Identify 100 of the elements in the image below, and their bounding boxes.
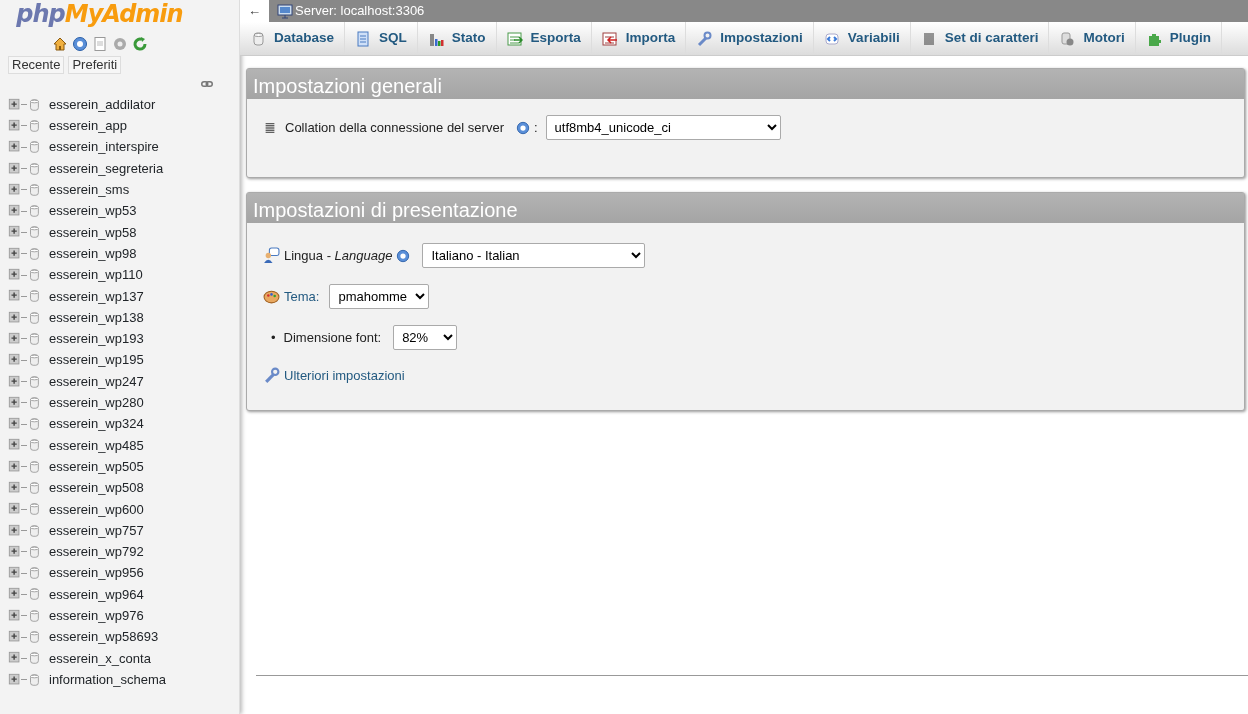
nav-tab[interactable]: Plugin [1135, 22, 1222, 55]
expand-icon[interactable] [8, 481, 22, 495]
database-link[interactable]: esserein_wp976 [49, 606, 144, 626]
expand-icon[interactable] [8, 331, 22, 346]
expand-icon[interactable] [8, 161, 22, 176]
database-icon[interactable] [27, 481, 41, 495]
database-link[interactable]: esserein_wp757 [49, 520, 144, 541]
expand-icon[interactable] [8, 587, 22, 602]
help-icon[interactable] [71, 36, 88, 52]
server-icon[interactable] [277, 3, 293, 19]
database-link[interactable]: esserein_wp137 [49, 286, 144, 307]
database-icon[interactable] [27, 374, 41, 389]
database-link[interactable]: esserein_wp792 [49, 542, 144, 562]
database-link[interactable]: esserein_wp964 [49, 584, 144, 605]
database-icon[interactable] [27, 204, 41, 219]
database-icon[interactable] [27, 651, 41, 666]
database-link[interactable]: esserein_app [49, 116, 128, 136]
expand-icon[interactable] [8, 630, 22, 645]
home-icon[interactable] [51, 36, 68, 52]
theme-link[interactable]: Tema: [284, 286, 320, 307]
database-link[interactable]: esserein_wp110 [49, 265, 143, 285]
expand-icon[interactable] [8, 182, 22, 197]
database-icon[interactable] [27, 587, 41, 602]
expand-icon[interactable] [8, 310, 22, 325]
expand-icon[interactable] [8, 502, 22, 517]
expand-icon[interactable] [8, 140, 22, 155]
expand-icon[interactable] [8, 523, 22, 538]
database-link[interactable]: esserein_addilator [49, 94, 156, 115]
database-link[interactable]: esserein_interspire [49, 137, 159, 157]
expand-icon[interactable] [8, 608, 22, 623]
database-icon[interactable] [27, 182, 41, 197]
expand-icon[interactable] [8, 672, 22, 687]
reload-icon[interactable] [131, 36, 148, 52]
logo[interactable]: phpMyAdmin [0, 0, 239, 28]
help-icon[interactable] [396, 248, 411, 263]
expand-icon[interactable] [8, 246, 22, 261]
database-icon[interactable] [27, 140, 41, 155]
expand-icon[interactable] [8, 204, 22, 219]
nav-tab[interactable]: Set di caratteri [910, 22, 1050, 55]
database-icon[interactable] [27, 523, 41, 538]
database-link[interactable]: esserein_wp58 [49, 222, 137, 243]
database-icon[interactable] [27, 246, 41, 261]
database-link[interactable]: esserein_wp98 [49, 243, 137, 264]
database-icon[interactable] [27, 608, 41, 623]
expand-icon[interactable] [8, 417, 22, 432]
nav-tab[interactable]: Impostazioni [686, 22, 814, 55]
database-link[interactable]: esserein_wp324 [49, 414, 144, 434]
breadcrumb-link[interactable]: Server: localhost:3306 [295, 1, 425, 21]
database-icon[interactable] [27, 502, 41, 517]
expand-icon[interactable] [8, 566, 22, 581]
expand-icon[interactable] [8, 353, 22, 368]
database-link[interactable]: information_schema [49, 669, 167, 690]
tab-button[interactable]: Preferiti [68, 56, 122, 74]
database-link[interactable]: esserein_wp505 [49, 456, 144, 477]
database-link[interactable]: esserein_wp600 [49, 499, 144, 520]
database-icon[interactable] [27, 225, 41, 240]
tab-button[interactable]: Recente [8, 56, 65, 74]
database-icon[interactable] [27, 459, 41, 474]
database-icon[interactable] [27, 630, 41, 645]
expand-icon[interactable] [8, 395, 22, 410]
database-link[interactable]: esserein_wp195 [49, 350, 144, 370]
expand-icon[interactable] [8, 438, 22, 453]
expand-icon[interactable] [8, 118, 22, 133]
database-icon[interactable] [27, 395, 41, 410]
help-icon[interactable] [515, 120, 530, 135]
database-link[interactable]: esserein_wp280 [49, 393, 144, 413]
expand-icon[interactable] [8, 374, 22, 389]
nav-tab[interactable]: Stato [417, 22, 497, 55]
database-link[interactable]: esserein_wp193 [49, 329, 144, 349]
database-link[interactable]: esserein_x_conta [49, 648, 151, 669]
database-icon[interactable] [27, 97, 41, 112]
collation-select[interactable]: utf8mb4_unicode_ci [545, 115, 781, 140]
database-link[interactable]: esserein_segreteria [49, 158, 164, 179]
nav-tab[interactable]: Esporta [496, 22, 592, 55]
expand-icon[interactable] [8, 97, 22, 112]
database-link[interactable]: esserein_wp138 [49, 307, 144, 328]
database-icon[interactable] [27, 353, 41, 368]
expand-icon[interactable] [8, 225, 22, 240]
database-icon[interactable] [27, 544, 41, 559]
database-link[interactable]: esserein_wp508 [49, 478, 144, 498]
expand-icon[interactable] [8, 651, 22, 666]
database-link[interactable]: esserein_sms [49, 180, 130, 200]
expand-icon[interactable] [8, 544, 22, 559]
expand-icon[interactable] [8, 268, 22, 282]
expand-icon[interactable] [8, 459, 22, 474]
database-icon[interactable] [27, 672, 41, 687]
database-icon[interactable] [27, 161, 41, 176]
database-link[interactable]: esserein_wp53 [49, 201, 137, 221]
nav-tab[interactable]: SQL [345, 22, 418, 55]
database-link[interactable]: esserein_wp485 [49, 435, 144, 456]
database-icon[interactable] [27, 289, 41, 304]
database-icon[interactable] [27, 331, 41, 346]
database-icon[interactable] [27, 438, 41, 453]
database-link[interactable]: esserein_wp247 [49, 371, 144, 392]
database-icon[interactable] [27, 566, 41, 581]
nav-tab[interactable]: Variabili [813, 22, 911, 55]
database-link[interactable]: esserein_wp58693 [49, 627, 159, 647]
database-icon[interactable] [27, 268, 41, 282]
database-link[interactable]: esserein_wp956 [49, 563, 144, 583]
language-select[interactable]: Italiano - Italian [422, 243, 646, 268]
